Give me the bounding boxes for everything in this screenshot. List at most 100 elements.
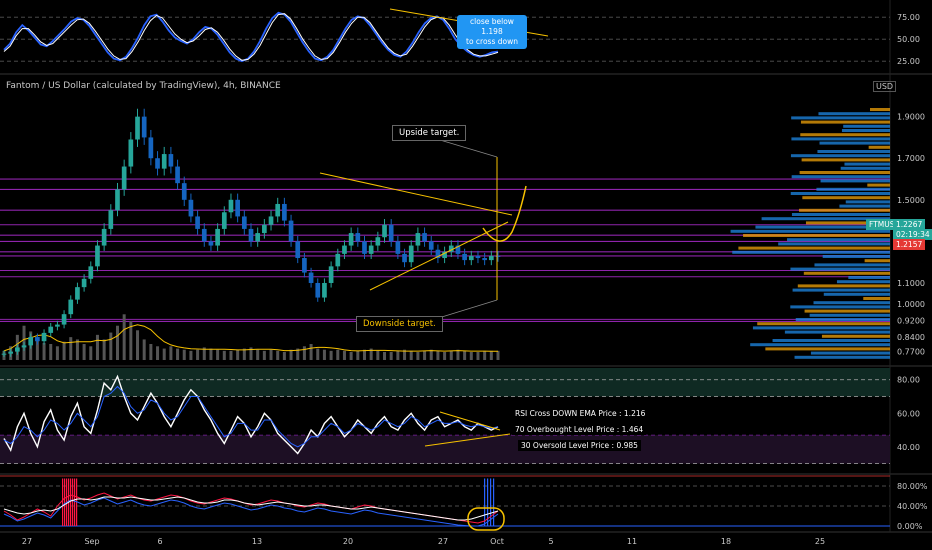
level-tag-value: 1.2157 xyxy=(896,240,923,249)
volume-bar-52 xyxy=(349,352,353,360)
candle-body-4 xyxy=(28,337,34,346)
volume-bar-54 xyxy=(362,349,366,360)
volume-profile-bar-42 xyxy=(797,284,890,288)
level-tag: 1.2157 xyxy=(893,239,926,250)
volume-bar-23 xyxy=(156,346,160,360)
candle-body-27 xyxy=(181,183,187,200)
volume-bar-73 xyxy=(489,350,493,360)
candle-body-9 xyxy=(61,314,67,325)
volume-bar-32 xyxy=(216,349,220,360)
volume-profile-bar-3 xyxy=(800,120,890,124)
volume-profile-bar-19 xyxy=(816,187,890,191)
osc2-line-2 xyxy=(3,496,499,521)
volume-profile-bar-54 xyxy=(821,334,890,338)
volume-profile-bar-21 xyxy=(802,196,890,200)
volume-bar-38 xyxy=(256,349,260,360)
volume-bar-45 xyxy=(302,346,306,360)
volume-bar-20 xyxy=(136,330,140,360)
candle-body-70 xyxy=(468,255,474,261)
volume-profile-bar-22 xyxy=(845,200,890,204)
volume-profile-bar-43 xyxy=(792,288,890,292)
countdown-value: 02:19:34 xyxy=(896,230,930,239)
volume-bar-71 xyxy=(476,352,480,360)
volume-bar-33 xyxy=(222,350,226,360)
y-tick-1-8: 0.7700 xyxy=(897,348,925,357)
downside-target-text: Downside target. xyxy=(363,319,436,329)
volume-bar-9 xyxy=(62,341,66,360)
candle-body-35 xyxy=(235,199,240,217)
candle-body-64 xyxy=(428,241,434,250)
volume-profile-bar-59 xyxy=(794,355,890,359)
volume-profile-bar-4 xyxy=(843,124,890,128)
volume-profile-bar-57 xyxy=(765,347,890,351)
volume-profile-bar-53 xyxy=(784,330,890,334)
candle-body-0 xyxy=(1,353,7,355)
volume-profile-bar-45 xyxy=(863,297,890,300)
x-tick-8: 11 xyxy=(627,537,637,546)
volume-bar-49 xyxy=(329,350,333,360)
volume-bar-72 xyxy=(483,350,487,360)
candle-body-47 xyxy=(315,282,321,298)
candle-body-63 xyxy=(422,233,427,242)
candle-body-15 xyxy=(101,228,107,246)
volume-bar-50 xyxy=(336,349,340,360)
volume-bar-17 xyxy=(115,325,119,360)
last-price-value: 1.2267 xyxy=(896,220,923,229)
candle-body-19 xyxy=(128,139,134,167)
overbought-zone xyxy=(0,368,890,397)
candle-body-58 xyxy=(388,224,394,242)
candle-body-59 xyxy=(395,241,401,254)
currency-label[interactable]: USD xyxy=(873,81,897,92)
volume-bar-35 xyxy=(236,349,240,360)
y-tick-1-4: 1.1000 xyxy=(897,279,925,288)
red-spike-1 xyxy=(64,478,66,526)
oversold-zone xyxy=(0,435,890,464)
volume-bar-58 xyxy=(389,352,393,360)
volume-profile-bar-46 xyxy=(813,301,890,305)
upside-target-text: Upside target. xyxy=(399,128,460,138)
candle-body-69 xyxy=(462,253,467,261)
candle-body-2 xyxy=(15,347,20,352)
volume-profile-bar-55 xyxy=(772,339,890,342)
osc2-line-0 xyxy=(3,492,499,524)
volume-profile-bar-37 xyxy=(814,263,890,267)
volume-bar-31 xyxy=(209,348,213,360)
volume-bar-56 xyxy=(376,350,380,360)
volume-bar-53 xyxy=(356,350,360,360)
volume-profile-bar-17 xyxy=(820,179,890,183)
x-tick-6: Oct xyxy=(490,537,504,546)
candle-body-1 xyxy=(8,351,14,354)
volume-profile-bar-23 xyxy=(839,204,890,208)
y-tick-2-2: 40.00 xyxy=(897,443,920,452)
volume-profile-bar-8 xyxy=(819,141,890,145)
candle-body-36 xyxy=(241,216,247,229)
volume-profile-bar-0 xyxy=(870,108,890,111)
candle-body-72 xyxy=(482,258,487,261)
volume-bar-41 xyxy=(276,350,280,360)
candle-body-32 xyxy=(215,228,220,246)
candle-body-50 xyxy=(335,253,341,267)
candle-body-11 xyxy=(75,287,80,300)
candle-body-7 xyxy=(48,326,54,333)
volume-bar-6 xyxy=(42,342,46,360)
rsi-note-overbought: 70 Overbought Level Price : 1.464 xyxy=(512,424,647,435)
volume-bar-67 xyxy=(449,350,453,360)
volume-bar-21 xyxy=(142,339,146,360)
candle-body-28 xyxy=(188,199,194,217)
volume-bar-57 xyxy=(383,352,387,360)
candle-body-5 xyxy=(35,337,40,342)
volume-bar-29 xyxy=(196,349,200,360)
candle-body-6 xyxy=(41,332,47,342)
volume-bar-10 xyxy=(69,337,73,360)
volume-bar-24 xyxy=(162,348,166,360)
volume-bar-22 xyxy=(149,344,153,360)
volume-bar-64 xyxy=(429,349,433,360)
chart-title: Fantom / US Dollar (calculated by Tradin… xyxy=(6,81,281,91)
volume-profile-bar-24 xyxy=(798,208,890,212)
x-tick-7: 5 xyxy=(548,537,553,546)
candle-body-16 xyxy=(108,210,114,229)
candle-body-24 xyxy=(161,154,167,169)
downside-target-note: Downside target. xyxy=(356,316,443,332)
y-tick-3-1: 40.00% xyxy=(897,502,928,511)
y-tick-1-5: 1.0000 xyxy=(897,300,925,309)
